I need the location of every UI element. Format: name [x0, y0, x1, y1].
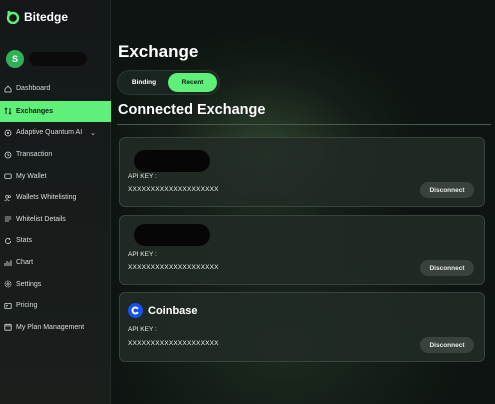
api-key-value: XXXXXXXXXXXXXXXXXXXX [128, 186, 219, 193]
sidebar-item-whitelist-details[interactable]: Whitelist Details [0, 209, 111, 231]
refresh-icon [4, 237, 12, 245]
swap-arrows-icon [4, 107, 12, 116]
sidebar-item-label: Wallets Whitelisting [16, 194, 77, 202]
exchange-name-redacted [134, 224, 210, 246]
divider [117, 124, 491, 125]
disconnect-button[interactable]: Disconnect [420, 337, 474, 353]
api-key-label: API KEY : [128, 173, 157, 180]
api-key-label: API KEY : [128, 326, 157, 333]
sidebar-item-settings[interactable]: Settings [0, 273, 111, 295]
main-content: Exchange Binding Recent Connected Exchan… [111, 0, 495, 404]
sidebar-item-label: Transaction [16, 151, 53, 159]
user-name-redacted [29, 52, 87, 66]
api-key-label: API KEY : [128, 251, 157, 258]
sidebar-item-label: Adaptive Quantum AI [16, 129, 83, 137]
sidebar-item-pricing[interactable]: Pricing [0, 295, 111, 317]
pricing-card-icon [4, 302, 12, 310]
tab-recent[interactable]: Recent [168, 73, 217, 92]
sidebar-item-stats[interactable]: Stats [0, 230, 111, 252]
sidebar-item-label: Settings [16, 280, 42, 288]
sidebar-item-exchanges[interactable]: Exchanges [0, 100, 111, 123]
user-profile[interactable]: S [6, 50, 87, 68]
exchange-name-redacted [134, 150, 210, 172]
exchange-card: API KEY : XXXXXXXXXXXXXXXXXXXX Disconnec… [119, 137, 485, 207]
list-icon [4, 215, 12, 223]
sidebar-item-label: Whitelist Details [16, 215, 66, 223]
bitedge-logo-icon [6, 10, 20, 24]
sidebar-item-label: Dashboard [16, 85, 51, 93]
sidebar: Bitedge S Dashboard Exchanges Adaptive Q… [0, 0, 111, 404]
users-icon [4, 194, 12, 202]
exchange-name: Coinbase [148, 304, 198, 317]
exchange-tabs: Binding Recent [117, 70, 220, 95]
sidebar-item-chart[interactable]: Chart [0, 252, 111, 274]
sidebar-item-wallets-whitelisting[interactable]: Wallets Whitelisting [0, 187, 111, 209]
api-key-value: XXXXXXXXXXXXXXXXXXXX [128, 264, 219, 271]
exchange-card-coinbase: Coinbase API KEY : XXXXXXXXXXXXXXXXXXXX … [119, 292, 485, 362]
sidebar-item-dashboard[interactable]: Dashboard [0, 78, 111, 100]
disconnect-button[interactable]: Disconnect [420, 260, 474, 276]
chevron-down-icon: ⌄ [90, 129, 97, 137]
ai-chip-icon [4, 129, 12, 137]
wallet-icon [4, 172, 12, 180]
exchange-brand: Coinbase [128, 303, 198, 318]
history-icon [4, 151, 12, 159]
calendar-icon [4, 323, 12, 331]
sidebar-item-label: Chart [16, 259, 34, 267]
sidebar-item-my-plan-management[interactable]: My Plan Management [0, 317, 111, 339]
disconnect-button[interactable]: Disconnect [420, 182, 474, 198]
coinbase-logo-icon [128, 303, 143, 318]
tab-binding[interactable]: Binding [120, 73, 168, 92]
sidebar-item-label: Pricing [16, 302, 38, 310]
sidebar-item-label: Exchanges [16, 107, 53, 115]
gear-icon [4, 280, 12, 288]
sidebar-item-transaction[interactable]: Transaction [0, 144, 111, 166]
api-key-value: XXXXXXXXXXXXXXXXXXXX [128, 340, 219, 347]
sidebar-nav: Dashboard Exchanges Adaptive Quantum AI … [0, 78, 111, 338]
sidebar-item-my-wallet[interactable]: My Wallet [0, 165, 111, 187]
brand-name: Bitedge [24, 10, 69, 24]
page-title: Exchange [118, 42, 199, 61]
sidebar-item-label: My Plan Management [16, 323, 85, 331]
app-root: Bitedge S Dashboard Exchanges Adaptive Q… [0, 0, 495, 404]
sidebar-item-label: My Wallet [16, 172, 47, 180]
exchange-card: API KEY : XXXXXXXXXXXXXXXXXXXX Disconnec… [119, 215, 485, 285]
section-title: Connected Exchange [118, 102, 266, 118]
bar-chart-icon [4, 259, 12, 267]
brand[interactable]: Bitedge [6, 10, 68, 24]
sidebar-item-adaptive-quantum-ai[interactable]: Adaptive Quantum AI ⌄ [0, 122, 111, 144]
home-icon [4, 85, 12, 93]
avatar: S [6, 50, 24, 68]
sidebar-item-label: Stats [16, 237, 32, 245]
